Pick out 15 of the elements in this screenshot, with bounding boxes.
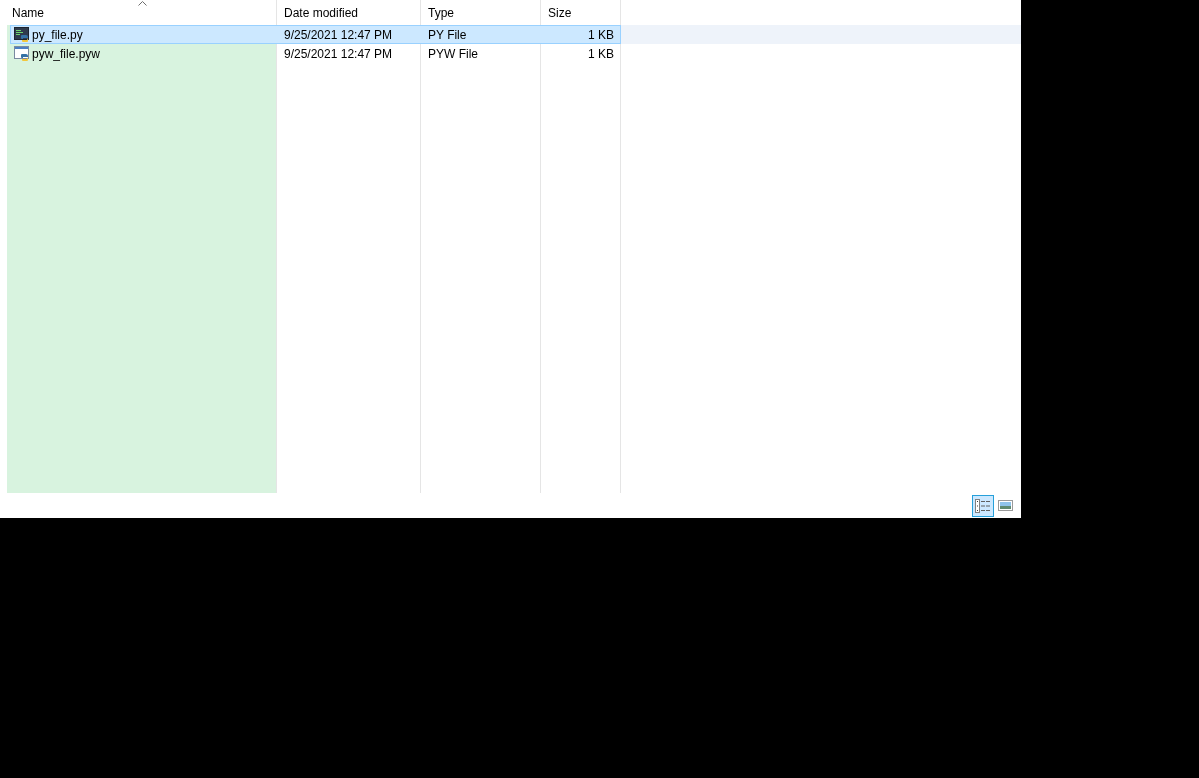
file-row[interactable]: py_file.py 9/25/2021 12:47 PM PY File 1 KB — [10, 25, 621, 44]
script-file-icon — [14, 26, 30, 43]
file-size-text: 1 KB — [588, 45, 614, 63]
details-view-button[interactable] — [972, 494, 994, 517]
date-modified-text: 9/25/2021 12:47 PM — [284, 45, 393, 63]
file-name: pyw_file.pyw — [32, 45, 101, 63]
date-modified-text: 9/25/2021 12:47 PM — [284, 26, 393, 44]
picture-icon — [998, 500, 1013, 511]
file-name: py_file.py — [32, 26, 83, 44]
window-file-icon — [14, 45, 30, 62]
file-row[interactable]: pyw_file.pyw 9/25/2021 12:47 PM PYW File 1 KB — [10, 44, 621, 63]
file-type-text: PY File — [428, 26, 467, 44]
details-list-icon — [975, 498, 991, 513]
file-size-text: 1 KB — [588, 26, 614, 44]
file-type-text: PYW File — [428, 45, 478, 63]
